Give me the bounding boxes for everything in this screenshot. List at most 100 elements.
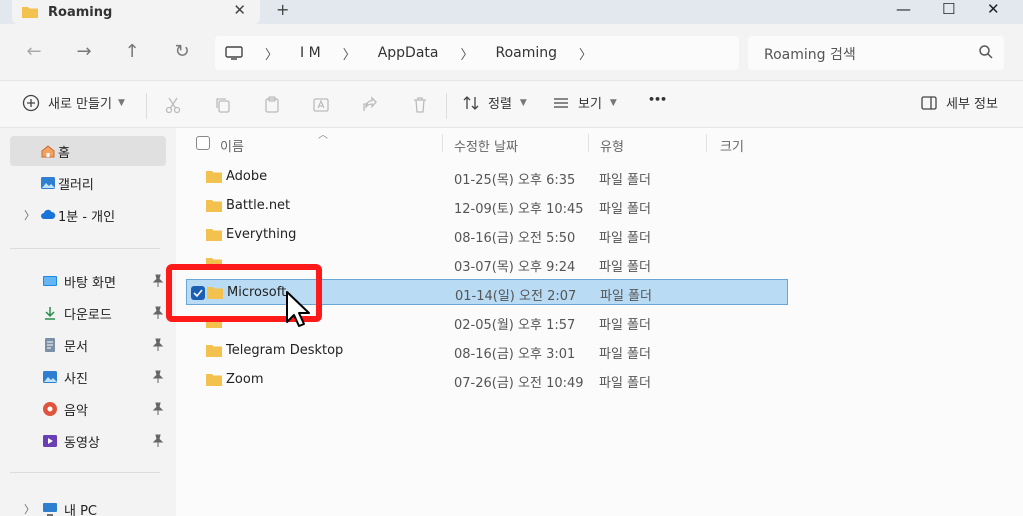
sidebar-divider [10, 472, 160, 473]
search-placeholder: Roaming 검색 [764, 47, 856, 63]
more-options-button[interactable]: ••• [648, 93, 667, 106]
computer-icon [43, 503, 57, 516]
file-date: 03-07(목) 오후 9:24 [454, 260, 576, 275]
file-type: 파일 폴더 [599, 318, 651, 333]
desktop-icon [43, 276, 57, 286]
sidebar-item-downloads[interactable]: 다운로드 [10, 298, 166, 328]
sidebar-item-label: 홈 [58, 145, 70, 161]
share-icon[interactable] [360, 95, 380, 115]
pin-icon[interactable] [152, 370, 164, 384]
gallery-icon [41, 177, 55, 189]
chevron-right-icon[interactable]: 〉 [24, 207, 35, 223]
file-explorer-window: Roaming ✕ + — ☐ ✕ ← → ↑ ↻ 〉 I M 〉 AppDat… [0, 0, 1023, 516]
new-tab-button[interactable]: + [276, 0, 289, 19]
breadcrumb-appdata[interactable]: AppData [378, 45, 439, 61]
column-header-type[interactable]: 유형 [600, 136, 624, 155]
file-name: Battle.net [226, 198, 291, 213]
column-divider[interactable] [706, 134, 707, 152]
view-button[interactable]: 보기 ▼ [552, 93, 617, 112]
pin-icon[interactable] [152, 434, 164, 448]
tab-roaming[interactable]: Roaming ✕ [12, 0, 260, 24]
file-row[interactable]: Everything 08-16(금) 오전 5:50 파일 폴더 [186, 222, 788, 248]
search-icon [979, 45, 993, 59]
forward-button[interactable]: → [70, 38, 98, 66]
pictures-icon [43, 371, 57, 383]
copy-icon[interactable] [213, 95, 233, 115]
file-name: Adobe [226, 169, 268, 184]
close-window-button[interactable]: ✕ [987, 0, 1000, 18]
file-date: 08-16(금) 오후 3:01 [454, 347, 576, 362]
delete-icon[interactable] [410, 95, 430, 115]
file-name: Telegram Desktop [226, 343, 344, 358]
pin-icon[interactable] [152, 338, 164, 352]
view-list-icon [554, 97, 568, 108]
search-input[interactable]: Roaming 검색 [748, 36, 1004, 70]
file-row[interactable]: Adobe 01-25(목) 오후 6:35 파일 폴더 [186, 164, 788, 190]
chevron-down-icon: ▼ [117, 97, 125, 108]
sidebar-item-desktop[interactable]: 바탕 화면 [10, 266, 166, 296]
chevron-right-icon[interactable]: 〉 [24, 501, 35, 516]
pin-icon[interactable] [152, 274, 164, 288]
folder-icon [206, 345, 222, 357]
column-divider[interactable] [588, 134, 589, 152]
column-divider[interactable] [442, 134, 443, 152]
sort-button[interactable]: 정렬 ▼ [462, 93, 527, 112]
breadcrumb-user[interactable]: I M [300, 45, 321, 61]
up-button[interactable]: ↑ [118, 38, 146, 66]
file-type: 파일 폴더 [600, 289, 652, 304]
back-button[interactable]: ← [20, 38, 48, 66]
sidebar-item-gallery[interactable]: 갤러리 [10, 168, 166, 198]
mouse-cursor-icon [286, 291, 310, 327]
new-button[interactable]: 새로 만들기 ▼ [22, 93, 125, 112]
document-icon [45, 338, 55, 352]
file-row[interactable]: Telegram Desktop 08-16(금) 오후 3:01 파일 폴더 [186, 338, 788, 364]
maximize-button[interactable]: ☐ [942, 0, 955, 18]
rename-icon[interactable] [311, 95, 331, 115]
file-row[interactable]: Battle.net 12-09(토) 오후 10:45 파일 폴더 [186, 193, 788, 219]
file-type: 파일 폴더 [599, 347, 651, 362]
cut-icon[interactable] [163, 95, 183, 115]
breadcrumb-separator[interactable]: 〉 [265, 44, 278, 63]
folder-icon [206, 374, 222, 386]
toolbar-divider [446, 93, 447, 119]
breadcrumb-separator[interactable]: 〉 [343, 44, 356, 63]
sidebar-item-label: 동영상 [64, 435, 100, 451]
breadcrumb-roaming[interactable]: Roaming [496, 45, 558, 61]
sort-icon [463, 95, 479, 110]
breadcrumb-separator[interactable]: 〉 [460, 44, 473, 63]
navigation-pane: 홈 갤러리 〉 1분 - 개인 바탕 화면 다운로드 문서 사진 음악 동영상 … [0, 128, 175, 516]
breadcrumb-separator[interactable]: 〉 [579, 44, 592, 63]
sidebar-divider [10, 248, 160, 249]
folder-icon [206, 171, 222, 183]
minimize-button[interactable]: — [896, 0, 911, 18]
refresh-button[interactable]: ↻ [168, 38, 196, 66]
paste-icon[interactable] [262, 95, 282, 115]
select-all-checkbox[interactable] [196, 136, 210, 150]
sidebar-item-documents[interactable]: 문서 [10, 330, 166, 360]
sidebar-item-this-pc[interactable]: 〉 내 PC [10, 494, 166, 516]
sidebar-item-pictures[interactable]: 사진 [10, 362, 166, 392]
view-button-label: 보기 [578, 97, 602, 112]
tab-close-button[interactable]: ✕ [233, 1, 246, 19]
column-header-size[interactable]: 크기 [720, 136, 744, 155]
pin-icon[interactable] [152, 306, 164, 320]
details-pane-label: 세부 정보 [946, 97, 998, 112]
pin-icon[interactable] [152, 402, 164, 416]
column-header-date[interactable]: 수정한 날짜 [454, 136, 518, 155]
file-date: 01-14(일) 오전 2:07 [455, 289, 577, 304]
sidebar-item-music[interactable]: 음악 [10, 394, 166, 424]
column-header-name[interactable]: 이름 [220, 136, 244, 155]
sidebar-item-home[interactable]: 홈 [10, 136, 166, 166]
tab-title: Roaming [48, 4, 113, 20]
file-row[interactable]: Zoom 07-26(금) 오전 10:49 파일 폴더 [186, 367, 788, 393]
address-bar[interactable]: 〉 I M 〉 AppData 〉 Roaming 〉 [215, 36, 739, 70]
details-pane-button[interactable]: 세부 정보 [920, 93, 998, 112]
sidebar-item-onedrive[interactable]: 〉 1분 - 개인 [10, 200, 166, 230]
sidebar-item-videos[interactable]: 동영상 [10, 426, 166, 456]
chevron-down-icon: ▼ [609, 97, 617, 108]
file-type: 파일 폴더 [599, 260, 651, 275]
title-bar: Roaming ✕ + — ☐ ✕ [0, 0, 1023, 24]
folder-icon [206, 229, 222, 241]
new-button-label: 새로 만들기 [48, 97, 112, 112]
computer-icon [225, 46, 243, 60]
